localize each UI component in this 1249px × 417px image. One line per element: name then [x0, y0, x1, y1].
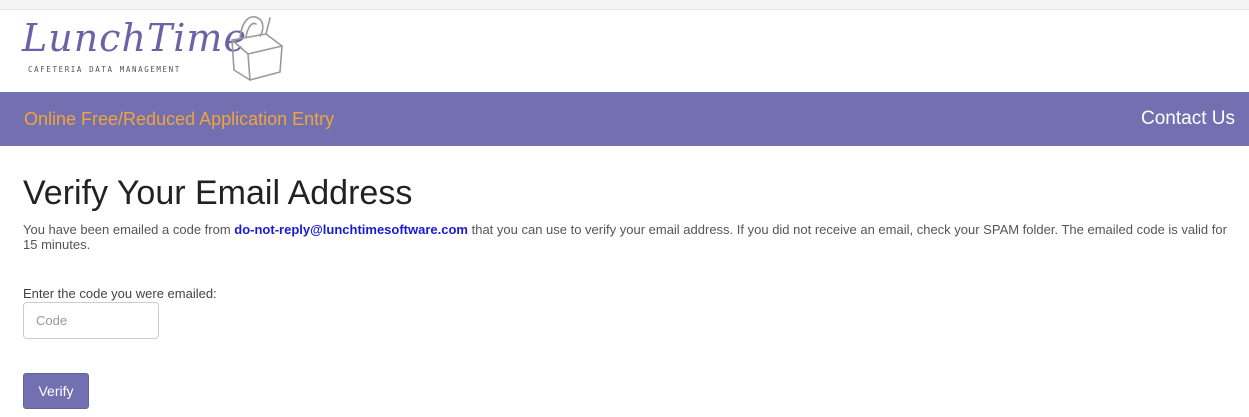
lunchbox-icon — [231, 16, 283, 81]
logo-text: LunchTime — [22, 16, 247, 60]
nav-title-link[interactable]: Online Free/Reduced Application Entry — [24, 109, 334, 130]
code-input[interactable] — [23, 302, 159, 339]
sender-email-link[interactable]: do-not-reply@lunchtimesoftware.com — [234, 222, 468, 237]
logo[interactable]: LunchTime CAFETERIA DATA MANAGEMENT — [20, 10, 290, 84]
message-prefix: You have been emailed a code from — [23, 222, 235, 237]
verification-message: You have been emailed a code from do-not… — [23, 222, 1243, 252]
navbar: Online Free/Reduced Application Entry Co… — [0, 92, 1249, 146]
logo-tagline: CAFETERIA DATA MANAGEMENT — [28, 65, 181, 74]
top-strip — [0, 0, 1249, 10]
page-title: Verify Your Email Address — [23, 174, 413, 212]
page: LunchTime CAFETERIA DATA MANAGEMENT Onli… — [0, 0, 1249, 417]
code-label: Enter the code you were emailed: — [23, 286, 217, 301]
contact-us-link[interactable]: Contact Us — [1141, 108, 1235, 130]
verify-button[interactable]: Verify — [23, 373, 89, 409]
